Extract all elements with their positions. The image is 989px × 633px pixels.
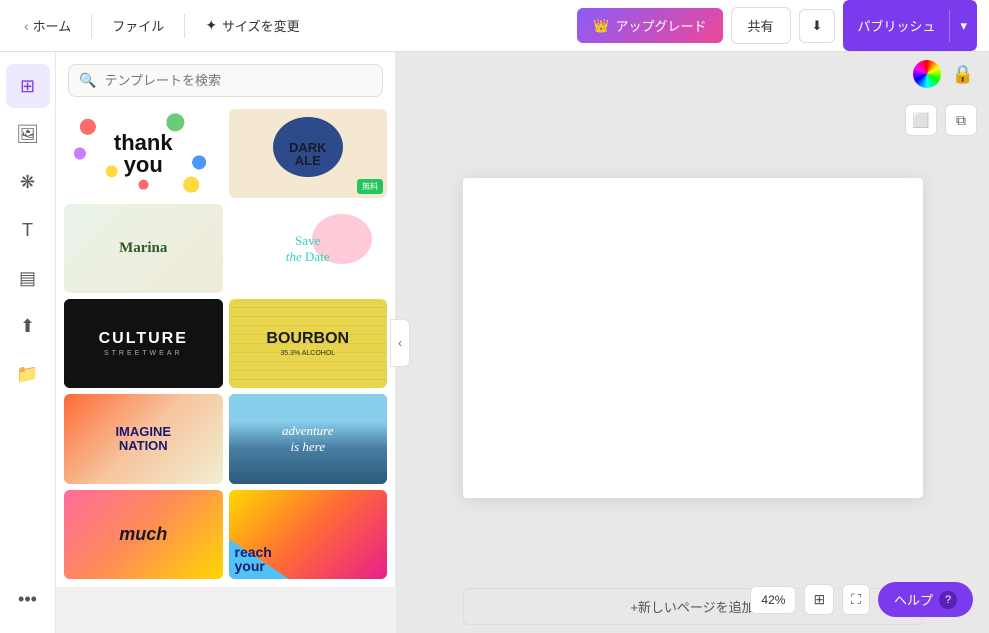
topbar: ‹ ホーム ファイル ✦ サイズを変更 👑 アップグレード 共有 ⬇ パブリッシ… [0, 0, 989, 52]
templates-panel: 🔍 thankyou DARKALE 無料 Marina [56, 52, 396, 587]
divider2 [184, 14, 185, 38]
upgrade-label: アップグレード [616, 16, 707, 35]
sidebar-item-patterns[interactable]: ▤ [6, 256, 50, 300]
template-label-save-date: Savethe Date [286, 233, 330, 265]
resize-label: サイズを変更 [222, 16, 300, 35]
template-card-dark-ale[interactable]: DARKALE 無料 [229, 109, 388, 198]
template-label-imagine-nation: IMAGINENATION [115, 425, 171, 454]
sidebar-item-text[interactable]: T [6, 208, 50, 252]
crown-icon: ✦ [205, 17, 217, 34]
publish-dropdown-icon[interactable]: ▾ [949, 10, 977, 42]
divider [91, 14, 92, 38]
template-label-bourbon-sub: 35.3% ALCOHOL [280, 350, 335, 357]
canvas-action-2[interactable]: ⧉ [945, 104, 977, 136]
canvas-page [463, 178, 923, 498]
publish-group: パブリッシュ ▾ [843, 0, 977, 51]
page-icon: ⬜ [912, 112, 929, 129]
template-label-culture: CULTURE [99, 330, 188, 348]
folder-icon: 📁 [16, 364, 38, 385]
template-label-culture-sub: STREETWEAR [104, 350, 183, 357]
templates-panel-wrapper: 🔍 thankyou DARKALE 無料 Marina [56, 52, 396, 633]
help-button[interactable]: ヘルプ ? [878, 582, 973, 617]
sidebar-item-uploads[interactable]: ⬆ [6, 304, 50, 348]
copy-page-icon: ⧉ [956, 112, 966, 129]
template-label-marina: Marina [119, 240, 167, 257]
expand-button[interactable]: ⛶ [842, 584, 870, 615]
file-label: ファイル [112, 16, 164, 35]
home-label: ホーム [33, 16, 72, 35]
templates-icon: ⊞ [20, 76, 35, 97]
free-badge: 無料 [357, 179, 383, 194]
bottom-bar: 42% ⊞ ⛶ ヘルプ ? [750, 582, 973, 617]
resize-button[interactable]: ✦ サイズを変更 [193, 10, 311, 41]
canvas-actions: ⬜ ⧉ [905, 104, 977, 136]
template-label-dark-ale: DARKALE [289, 141, 327, 167]
search-bar: 🔍 [56, 52, 395, 105]
template-card-much[interactable]: much [64, 490, 223, 579]
grid-view-button[interactable]: ⊞ [804, 584, 834, 615]
download-button[interactable]: ⬇ [799, 9, 836, 43]
file-button[interactable]: ファイル [100, 10, 176, 41]
share-button[interactable]: 共有 [731, 7, 791, 44]
text-icon: T [22, 220, 33, 241]
publish-button[interactable]: パブリッシュ ▾ [843, 0, 977, 51]
template-label-thank-you: thankyou [114, 132, 173, 176]
template-label-reach: reachyour [235, 545, 272, 573]
help-label: ヘルプ [894, 590, 933, 609]
sidebar-item-templates[interactable]: ⊞ [6, 64, 50, 108]
main-content: ⊞ 🖼 ❋ T ▤ ⬆ 📁 ••• 🔍 [0, 52, 989, 633]
template-card-culture[interactable]: CULTURE STREETWEAR [64, 299, 223, 388]
topbar-left: ‹ ホーム ファイル ✦ サイズを変更 [12, 10, 569, 41]
crown-upgrade-icon: 👑 [593, 18, 609, 34]
sidebar-item-photos[interactable]: 🖼 [6, 112, 50, 156]
template-card-thank-you[interactable]: thankyou [64, 109, 223, 198]
collapse-panel-button[interactable]: ‹ [390, 319, 410, 367]
photo-icon: 🖼 [16, 124, 39, 145]
template-card-bourbon[interactable]: BOURBON 35.3% ALCOHOL [229, 299, 388, 388]
collapse-icon: ‹ [398, 336, 402, 350]
search-input[interactable] [104, 65, 372, 96]
canvas-area: 🔒 ⬜ ⧉ +新しいページを追加 42% [396, 52, 989, 633]
template-label-adventure: adventureis here [282, 423, 334, 455]
share-label: 共有 [748, 19, 774, 34]
lock-button[interactable]: 🔒 [949, 60, 977, 88]
home-button[interactable]: ‹ ホーム [12, 10, 83, 41]
elements-icon: ❋ [20, 172, 35, 193]
pattern-icon: ▤ [19, 268, 36, 289]
grid-icon: ⊞ [813, 591, 825, 607]
sidebar-item-more[interactable]: ••• [6, 577, 50, 621]
help-icon: ? [939, 591, 957, 609]
sidebar-item-folders[interactable]: 📁 [6, 352, 50, 396]
more-icon: ••• [18, 589, 37, 610]
template-label-much: much [119, 524, 167, 545]
upgrade-button[interactable]: 👑 アップグレード [577, 8, 722, 43]
templates-grid: thankyou DARKALE 無料 Marina Savethe Date [56, 105, 395, 587]
topbar-right: 👑 アップグレード 共有 ⬇ パブリッシュ ▾ [577, 0, 977, 51]
zoom-display: 42% [750, 586, 796, 614]
search-icon: 🔍 [79, 72, 96, 89]
zoom-value: 42% [761, 593, 785, 607]
sidebar-item-elements[interactable]: ❋ [6, 160, 50, 204]
sidebar-icons: ⊞ 🖼 ❋ T ▤ ⬆ 📁 ••• [0, 52, 56, 633]
template-card-imagine-nation[interactable]: IMAGINENATION [64, 394, 223, 483]
publish-label: パブリッシュ [843, 8, 949, 43]
download-icon: ⬇ [812, 18, 823, 33]
upload-icon: ⬆ [20, 316, 35, 337]
lock-icon: 🔒 [952, 64, 974, 85]
canvas-content: ⬜ ⧉ [396, 96, 989, 580]
search-input-wrap: 🔍 [68, 64, 383, 97]
canvas-action-1[interactable]: ⬜ [905, 104, 937, 136]
template-card-marina[interactable]: Marina [64, 204, 223, 293]
template-card-adventure[interactable]: adventureis here [229, 394, 388, 483]
template-card-save-date[interactable]: Savethe Date [229, 204, 388, 293]
color-wheel-button[interactable] [913, 60, 941, 88]
expand-icon: ⛶ [851, 591, 861, 607]
canvas-toolbar: 🔒 [396, 52, 989, 96]
back-icon: ‹ [24, 18, 29, 34]
add-page-label: +新しいページを追加 [630, 600, 754, 615]
template-label-bourbon: BOURBON [266, 330, 349, 348]
template-card-reach[interactable]: reachyour [229, 490, 388, 579]
